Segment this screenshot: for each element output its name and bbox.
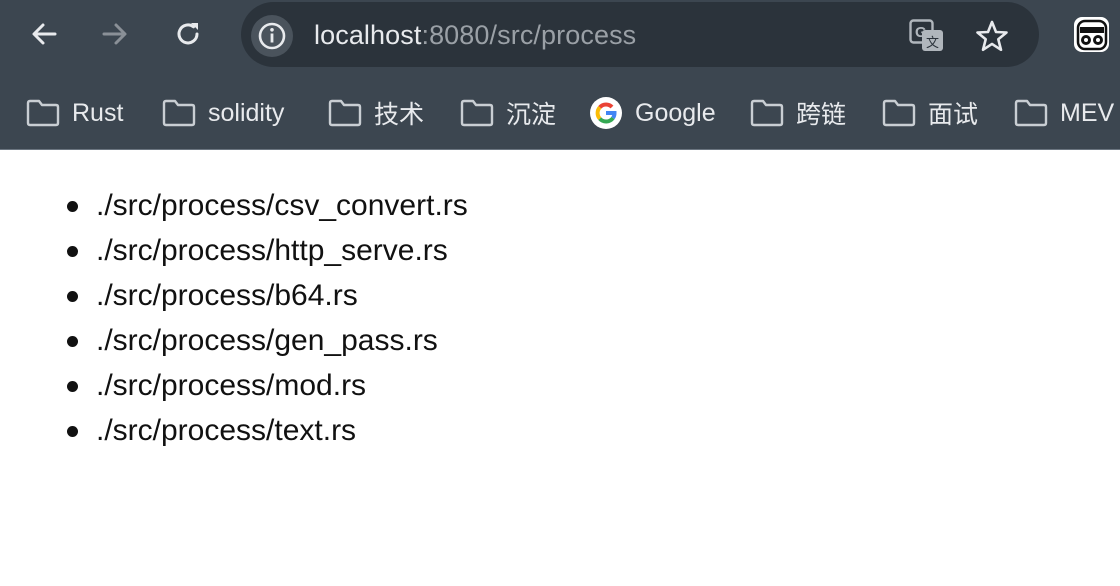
file-path: ./src/process/gen_pass.rs bbox=[96, 324, 438, 357]
browser-chrome: localhost:8080/src/process G 文 Rust soli… bbox=[0, 0, 1120, 150]
bullet-icon bbox=[67, 291, 78, 302]
file-path: ./src/process/b64.rs bbox=[96, 279, 358, 312]
list-item: ./src/process/csv_convert.rs bbox=[64, 183, 468, 228]
file-list: ./src/process/csv_convert.rs ./src/proce… bbox=[64, 183, 468, 453]
svg-text:文: 文 bbox=[926, 36, 939, 51]
bookmark-folder-rust[interactable]: Rust bbox=[26, 93, 123, 133]
bullet-icon bbox=[67, 246, 78, 257]
list-item: ./src/process/http_serve.rs bbox=[64, 228, 468, 273]
browser-toolbar: localhost:8080/src/process G 文 bbox=[0, 0, 1120, 68]
bookmark-label: 技术 bbox=[374, 101, 425, 129]
translate-button[interactable]: G 文 bbox=[907, 16, 947, 56]
bookmark-folder-kualian[interactable]: 跨链 bbox=[750, 93, 846, 133]
bullet-icon bbox=[67, 336, 78, 347]
list-item: ./src/process/gen_pass.rs bbox=[64, 318, 468, 363]
bookmark-folder-chendian[interactable]: 沉淀 bbox=[460, 93, 556, 133]
bookmark-folder-jishu[interactable]: 技术 bbox=[328, 93, 424, 133]
google-icon bbox=[589, 96, 625, 130]
profile-button[interactable] bbox=[1074, 17, 1109, 52]
bullet-icon bbox=[67, 381, 78, 392]
bookmark-star-button[interactable] bbox=[972, 16, 1012, 56]
folder-icon bbox=[328, 96, 364, 130]
bookmark-folder-mev[interactable]: MEV bbox=[1014, 93, 1114, 133]
folder-icon bbox=[1014, 96, 1050, 130]
bookmark-label: 沉淀 bbox=[506, 101, 557, 129]
bookmark-label: solidity bbox=[208, 98, 285, 127]
reload-icon bbox=[177, 23, 199, 45]
bookmark-folder-solidity[interactable]: solidity bbox=[162, 93, 284, 133]
url-path: :8080/src/process bbox=[421, 20, 637, 50]
file-path: ./src/process/csv_convert.rs bbox=[96, 189, 468, 222]
folder-icon bbox=[882, 96, 918, 130]
back-button[interactable] bbox=[24, 14, 64, 54]
bookmarks-bar: Rust solidity 技术 沉淀 Google 跨链 面试 MEV bbox=[0, 80, 1120, 148]
folder-icon bbox=[26, 96, 62, 130]
list-item: ./src/process/text.rs bbox=[64, 408, 468, 453]
bookmark-label: MEV bbox=[1060, 98, 1115, 127]
file-path: ./src/process/http_serve.rs bbox=[96, 234, 448, 267]
folder-icon bbox=[460, 96, 496, 130]
file-path: ./src/process/mod.rs bbox=[96, 369, 367, 402]
bookmark-google[interactable]: Google bbox=[589, 93, 716, 133]
list-item: ./src/process/mod.rs bbox=[64, 363, 468, 408]
bookmark-label: 面试 bbox=[928, 101, 979, 129]
page-content: ./src/process/csv_convert.rs ./src/proce… bbox=[0, 150, 1120, 586]
url-host: localhost bbox=[314, 20, 422, 50]
url-text[interactable]: localhost:8080/src/process bbox=[314, 18, 636, 52]
star-icon bbox=[976, 20, 1008, 52]
file-path: ./src/process/text.rs bbox=[96, 414, 357, 447]
bookmark-label: Google bbox=[635, 98, 716, 127]
address-bar[interactable]: localhost:8080/src/process G 文 bbox=[241, 2, 1039, 67]
reload-button[interactable] bbox=[168, 14, 208, 54]
bullet-icon bbox=[67, 201, 78, 212]
site-info-button[interactable] bbox=[251, 15, 293, 57]
bookmark-label: 跨链 bbox=[796, 101, 847, 129]
folder-icon bbox=[750, 96, 786, 130]
bookmark-label: Rust bbox=[72, 98, 124, 127]
folder-icon bbox=[162, 96, 198, 130]
profile-avatar-icon bbox=[1076, 19, 1107, 50]
bookmark-folder-mianshi[interactable]: 面试 bbox=[882, 93, 978, 133]
arrow-right-icon bbox=[102, 23, 127, 45]
list-item: ./src/process/b64.rs bbox=[64, 273, 468, 318]
forward-button[interactable] bbox=[95, 14, 135, 54]
arrow-left-icon bbox=[32, 23, 57, 45]
info-icon bbox=[258, 22, 286, 50]
translate-icon: G 文 bbox=[909, 19, 943, 51]
bullet-icon bbox=[67, 426, 78, 437]
